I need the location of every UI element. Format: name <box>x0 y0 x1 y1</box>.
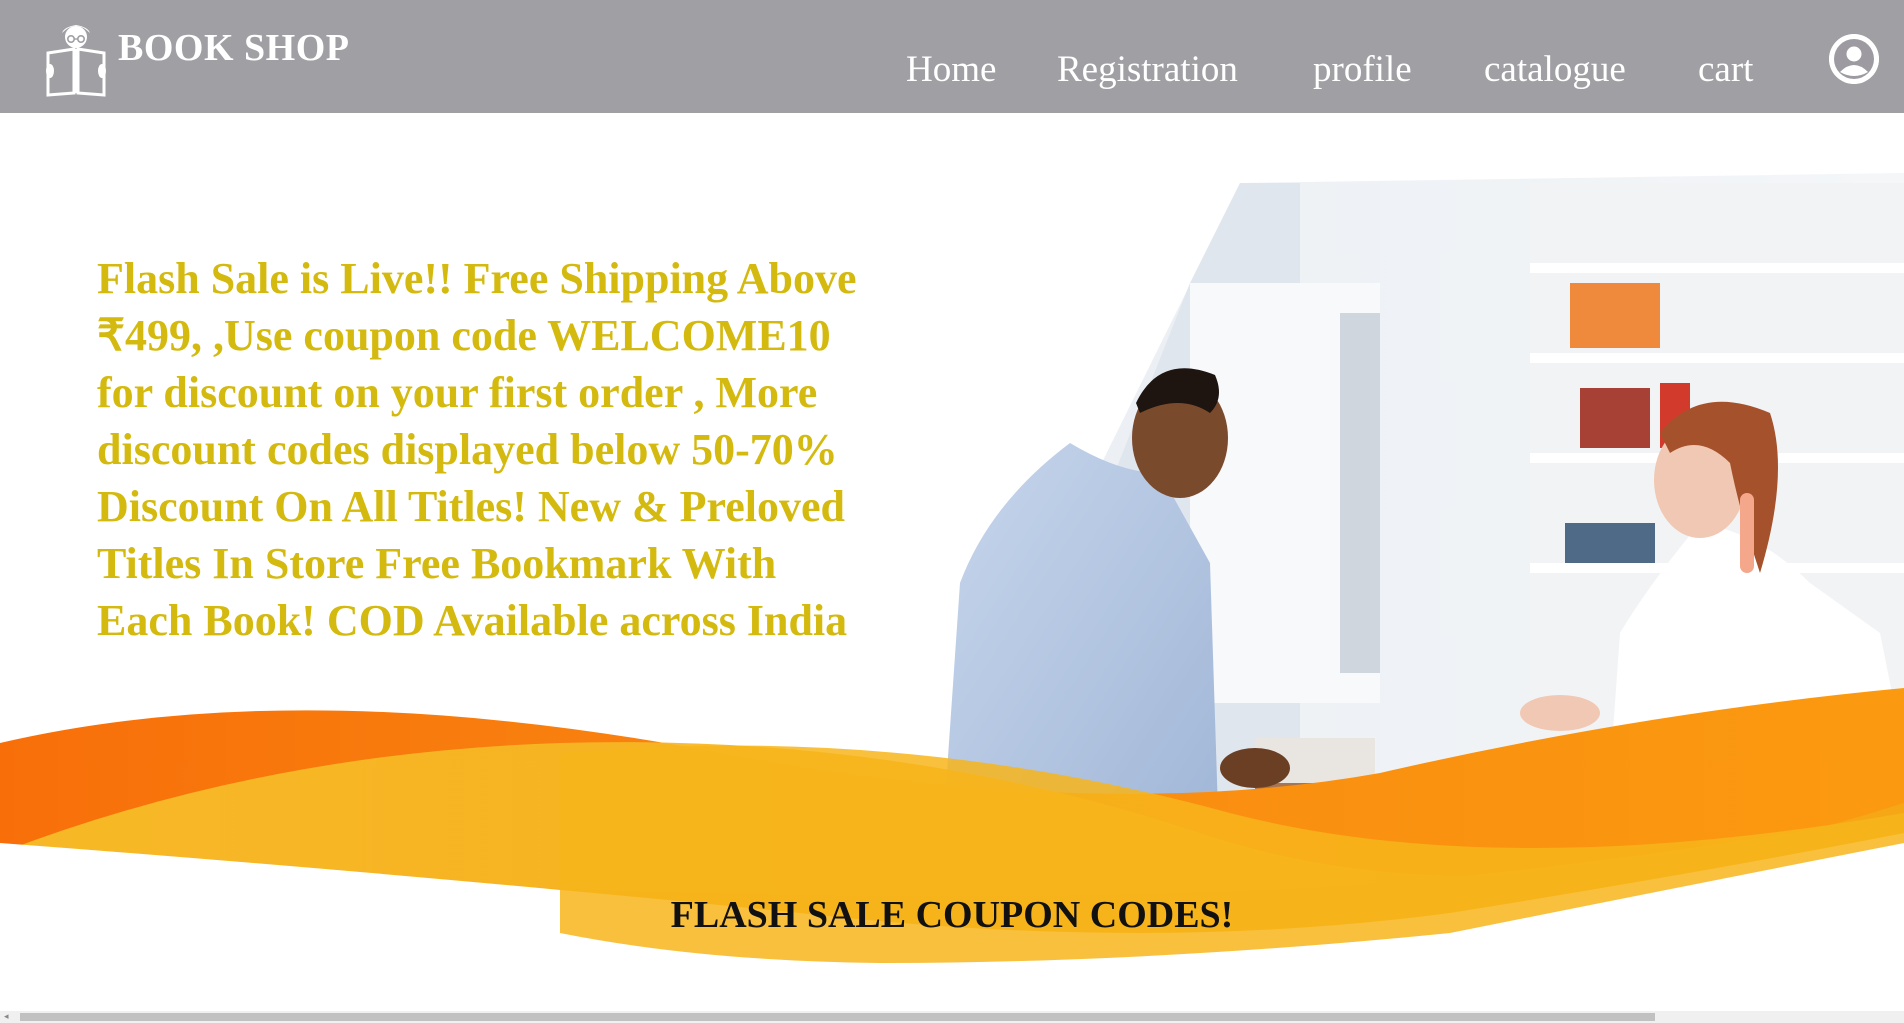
nav-registration-link[interactable]: Registration <box>1057 48 1238 91</box>
nav-home-link[interactable]: Home <box>906 48 996 91</box>
scrollbar-thumb[interactable] <box>20 1013 1655 1021</box>
nav-cart-link[interactable]: cart <box>1698 48 1753 91</box>
scroll-left-arrow-icon[interactable]: ◂ <box>4 1012 9 1022</box>
promo-text: Flash Sale is Live!! Free Shipping Above… <box>97 254 857 645</box>
hero-banner: Flash Sale is Live!! Free Shipping Above… <box>0 113 1904 1013</box>
nav-catalogue-link[interactable]: catalogue <box>1484 48 1626 91</box>
horizontal-scrollbar[interactable]: ◂ <box>0 1011 1904 1023</box>
main-nav: Home Registration profile catalogue cart <box>0 48 1904 98</box>
nav-profile-link[interactable]: profile <box>1313 48 1412 91</box>
person-icon <box>1829 34 1879 84</box>
coupon-codes-heading: FLASH SALE COUPON CODES! <box>670 894 1234 936</box>
top-navbar: BOOK SHOP Home Registration profile cata… <box>0 0 1904 113</box>
user-avatar-icon[interactable] <box>1829 34 1879 84</box>
page: BOOK SHOP Home Registration profile cata… <box>0 0 1904 1023</box>
